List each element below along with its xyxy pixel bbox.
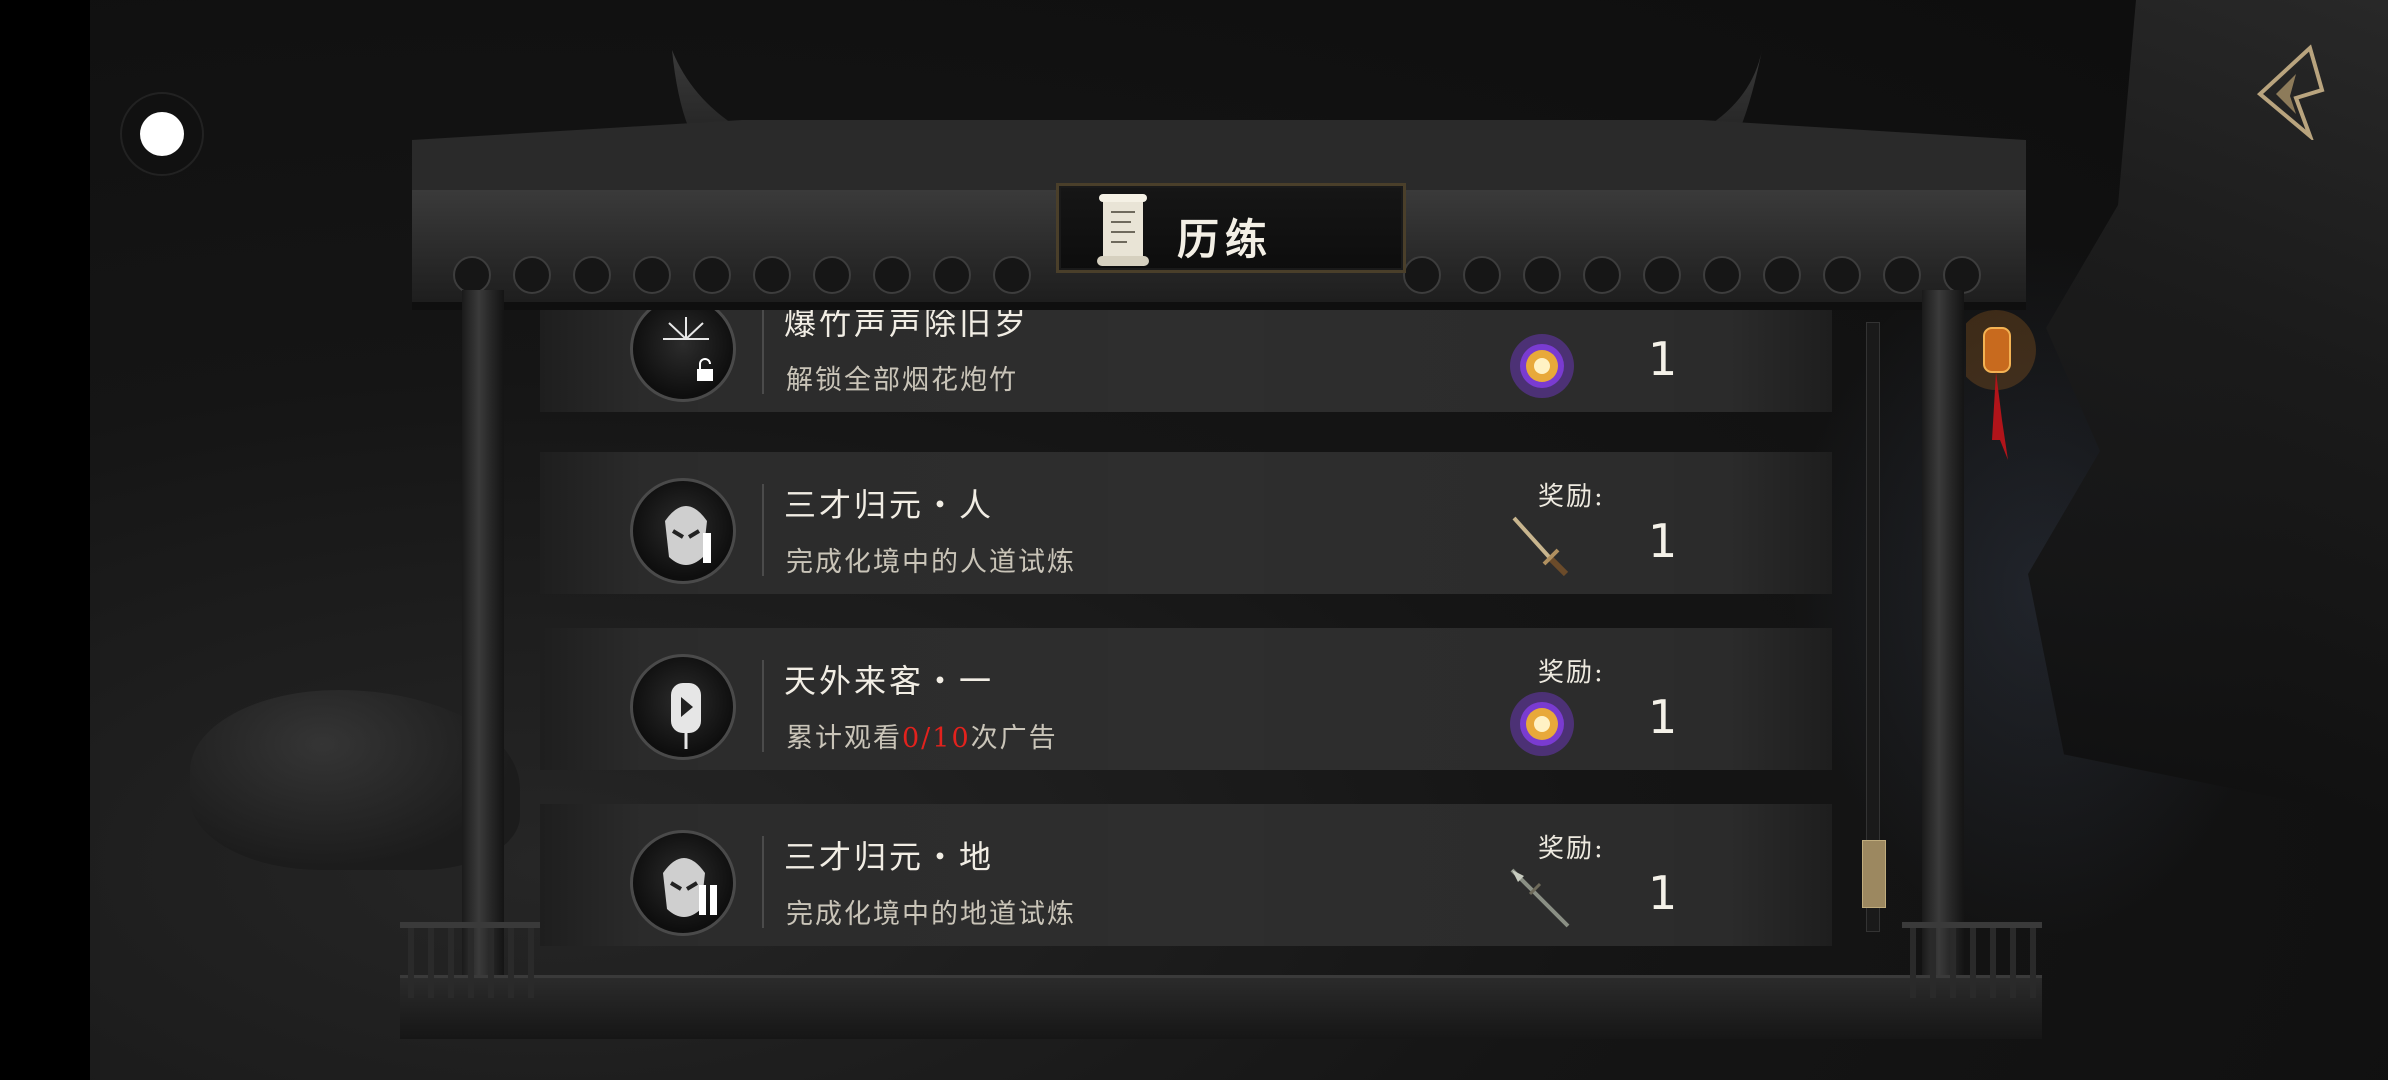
video-lantern-icon [630, 654, 736, 760]
dagger-icon [1506, 512, 1578, 584]
left-railing [400, 922, 540, 1002]
item-desc: 累计观看0/10次广告 [786, 716, 1058, 755]
mask-roman-one-icon [630, 478, 736, 584]
right-pillar [1922, 290, 1964, 1010]
mask-roman-two-icon [630, 830, 736, 936]
reward-label: 奖励: [1538, 482, 1605, 512]
list-item[interactable]: 三才归元・地 完成化境中的地道试炼 奖励: 1 [540, 804, 1832, 946]
reward-quantity: 1 [1648, 866, 1678, 920]
back-arrow-icon[interactable] [2252, 44, 2332, 143]
ad-progress: 0/10 [902, 723, 971, 754]
desc-prefix: 累计观看 [786, 723, 902, 754]
reward-quantity: 1 [1648, 690, 1678, 744]
left-black-band [0, 0, 90, 1080]
item-desc: 完成化境中的地道试炼 [786, 899, 1076, 930]
achievement-list[interactable]: 爆竹声声除旧岁 解锁全部烟花炮竹 1 三才归元・人 完成化境中的人道试炼 奖励: [540, 310, 1832, 960]
right-railing [1902, 922, 2042, 1002]
reward-quantity: 1 [1648, 514, 1678, 568]
row-divider [762, 310, 764, 394]
record-indicator-button[interactable] [120, 92, 204, 176]
item-name: 三才归元・人 [784, 486, 995, 524]
list-item[interactable]: 爆竹声声除旧岁 解锁全部烟花炮竹 1 [540, 310, 1832, 412]
scrollbar-thumb[interactable] [1862, 840, 1886, 908]
red-lantern-icon [1956, 300, 2036, 480]
item-name: 爆竹声声除旧岁 [784, 310, 1030, 342]
list-item[interactable]: 天外来客・一 累计观看0/10次广告 奖励: 1 [540, 628, 1832, 770]
row-divider [762, 484, 764, 576]
title-plaque: 历练 [1056, 183, 1406, 273]
item-name: 天外来客・一 [784, 662, 995, 700]
fireworks-lock-icon [630, 310, 736, 402]
row-divider [762, 836, 764, 928]
left-pillar [462, 290, 504, 1010]
scroll-icon [1091, 192, 1161, 270]
desc-suffix: 次广告 [970, 723, 1058, 754]
golden-orb-icon [1506, 330, 1578, 402]
golden-orb-icon [1506, 688, 1578, 760]
reward-quantity: 1 [1648, 332, 1678, 386]
item-desc: 解锁全部烟花炮竹 [786, 365, 1018, 396]
reward-label: 奖励: [1538, 658, 1605, 688]
pavilion-base [400, 975, 2042, 1039]
cliff-decoration [2028, 0, 2388, 820]
reward-label: 奖励: [1538, 834, 1605, 864]
item-name: 三才归元・地 [784, 838, 995, 876]
spear-icon [1506, 864, 1578, 936]
row-divider [762, 660, 764, 752]
list-item[interactable]: 三才归元・人 完成化境中的人道试炼 奖励: 1 [540, 452, 1832, 594]
item-desc: 完成化境中的人道试炼 [786, 547, 1076, 578]
page-title: 历练 [1177, 215, 1274, 264]
